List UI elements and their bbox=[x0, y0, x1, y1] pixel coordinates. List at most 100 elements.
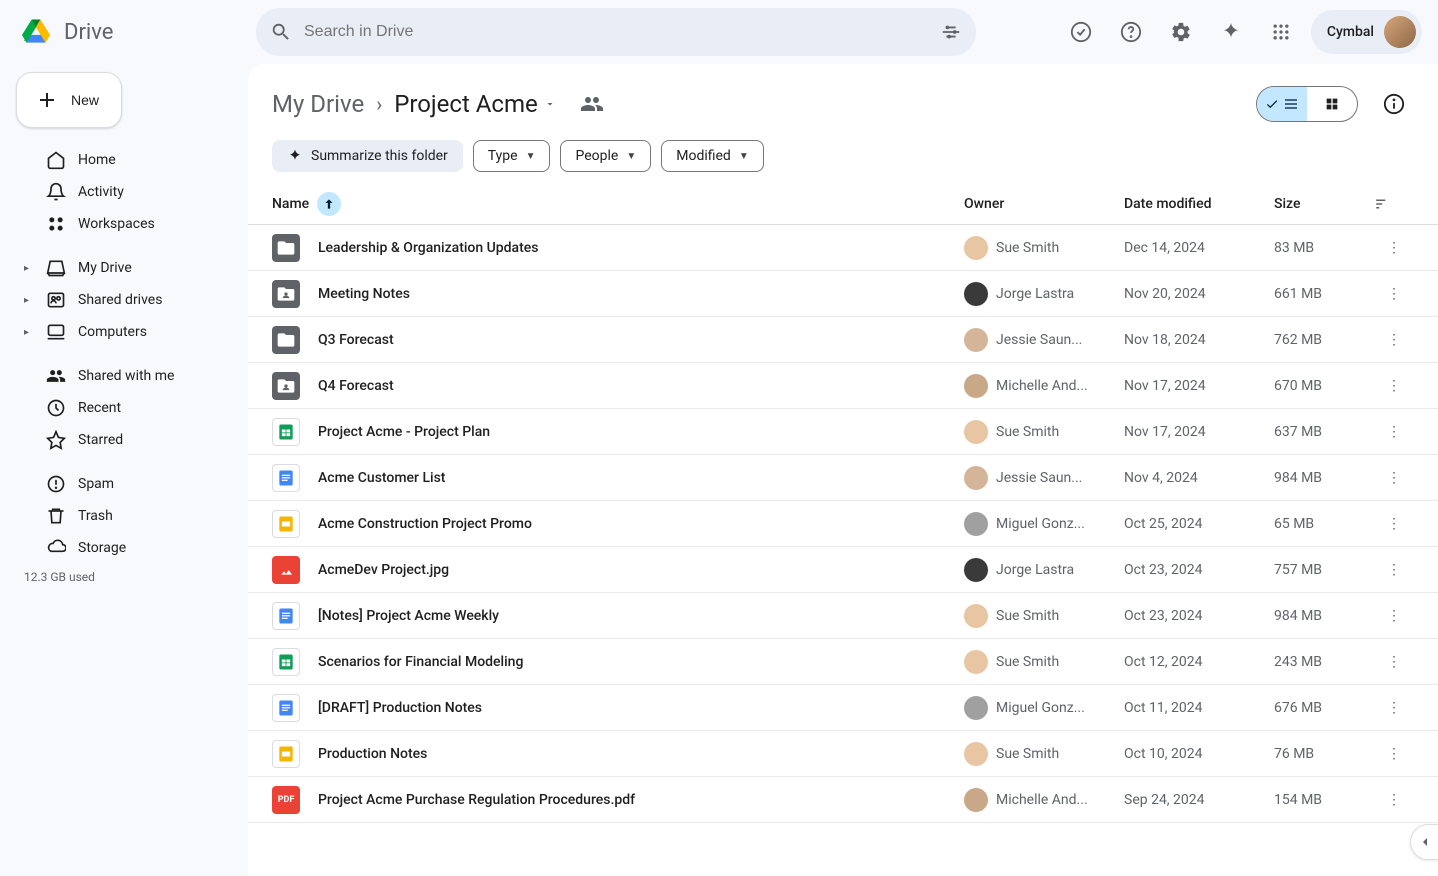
size-cell: 670 MB bbox=[1274, 378, 1374, 394]
sparkle-icon bbox=[287, 148, 303, 164]
sidebar-item-label: Shared drives bbox=[78, 292, 162, 308]
file-row[interactable]: PDFProject Acme Purchase Regulation Proc… bbox=[248, 777, 1438, 823]
sheets-icon bbox=[272, 418, 300, 446]
type-filter-chip[interactable]: Type▼ bbox=[473, 140, 551, 172]
apps-grid-icon[interactable] bbox=[1261, 12, 1301, 52]
sidebar-item-my-drive[interactable]: ▸My Drive bbox=[16, 252, 232, 284]
sidebar-item-starred[interactable]: Starred bbox=[16, 424, 232, 456]
owner-avatar bbox=[964, 512, 988, 536]
owner-avatar bbox=[964, 650, 988, 674]
size-cell: 65 MB bbox=[1274, 516, 1374, 532]
date-cell: Nov 18, 2024 bbox=[1124, 332, 1274, 348]
file-row[interactable]: Acme Construction Project PromoMiguel Go… bbox=[248, 501, 1438, 547]
size-cell: 76 MB bbox=[1274, 746, 1374, 762]
file-row[interactable]: Leadership & Organization UpdatesSue Smi… bbox=[248, 225, 1438, 271]
file-row[interactable]: Production NotesSue SmithOct 10, 202476 … bbox=[248, 731, 1438, 777]
file-row[interactable]: Project Acme - Project PlanSue SmithNov … bbox=[248, 409, 1438, 455]
column-date[interactable]: Date modified bbox=[1124, 196, 1274, 212]
file-name: [Notes] Project Acme Weekly bbox=[318, 608, 964, 624]
file-row[interactable]: [Notes] Project Acme WeeklySue SmithOct … bbox=[248, 593, 1438, 639]
sidebar-item-recent[interactable]: Recent bbox=[16, 392, 232, 424]
file-row[interactable]: Scenarios for Financial ModelingSue Smit… bbox=[248, 639, 1438, 685]
org-account-chip[interactable]: Cymbal bbox=[1311, 10, 1422, 54]
gemini-icon[interactable] bbox=[1211, 12, 1251, 52]
row-more-icon[interactable]: ⋮ bbox=[1374, 654, 1414, 670]
grid-view-button[interactable] bbox=[1307, 87, 1357, 121]
sidebar-item-shared-drives[interactable]: ▸ Shared drives bbox=[16, 284, 232, 316]
column-owner[interactable]: Owner bbox=[964, 196, 1124, 212]
owner-name: Sue Smith bbox=[996, 240, 1059, 256]
search-options-icon[interactable] bbox=[940, 21, 962, 43]
row-more-icon[interactable]: ⋮ bbox=[1374, 470, 1414, 486]
owner-name: Miguel Gonz... bbox=[996, 516, 1085, 532]
mydrive-icon bbox=[46, 258, 66, 278]
column-options[interactable] bbox=[1374, 195, 1414, 213]
new-button[interactable]: New bbox=[16, 72, 122, 128]
file-row[interactable]: Acme Customer ListJessie Saun...Nov 4, 2… bbox=[248, 455, 1438, 501]
owner-cell: Jessie Saun... bbox=[964, 466, 1124, 490]
org-label: Cymbal bbox=[1327, 24, 1374, 40]
file-name: AcmeDev Project.jpg bbox=[318, 562, 964, 578]
search-box[interactable] bbox=[256, 8, 976, 56]
row-more-icon[interactable]: ⋮ bbox=[1374, 378, 1414, 394]
row-more-icon[interactable]: ⋮ bbox=[1374, 240, 1414, 256]
summarize-chip[interactable]: Summarize this folder bbox=[272, 140, 463, 172]
chevron-right-icon: ▸ bbox=[24, 295, 34, 306]
file-row[interactable]: Q4 ForecastMichelle And...Nov 17, 202467… bbox=[248, 363, 1438, 409]
sidebar-item-label: Starred bbox=[78, 432, 123, 448]
logo-section[interactable]: Drive bbox=[16, 12, 248, 52]
list-view-button[interactable] bbox=[1257, 87, 1307, 121]
sort-asc-icon bbox=[317, 192, 341, 216]
date-cell: Nov 17, 2024 bbox=[1124, 424, 1274, 440]
size-cell: 984 MB bbox=[1274, 470, 1374, 486]
file-row[interactable]: Meeting NotesJorge LastraNov 20, 2024661… bbox=[248, 271, 1438, 317]
column-name[interactable]: Name bbox=[272, 192, 964, 216]
sidebar-item-workspaces[interactable]: Workspaces bbox=[16, 208, 232, 240]
side-panel-toggle[interactable] bbox=[1410, 824, 1438, 860]
offline-ready-icon[interactable] bbox=[1061, 12, 1101, 52]
breadcrumb-current[interactable]: Project Acme bbox=[394, 90, 556, 118]
file-row[interactable]: [DRAFT] Production NotesMiguel Gonz...Oc… bbox=[248, 685, 1438, 731]
owner-cell: Michelle And... bbox=[964, 788, 1124, 812]
date-cell: Oct 11, 2024 bbox=[1124, 700, 1274, 716]
date-cell: Oct 23, 2024 bbox=[1124, 608, 1274, 624]
file-row[interactable]: Q3 ForecastJessie Saun...Nov 18, 2024762… bbox=[248, 317, 1438, 363]
modified-filter-chip[interactable]: Modified▼ bbox=[661, 140, 764, 172]
settings-icon[interactable] bbox=[1161, 12, 1201, 52]
row-more-icon[interactable]: ⋮ bbox=[1374, 746, 1414, 762]
date-cell: Oct 12, 2024 bbox=[1124, 654, 1274, 670]
details-info-icon[interactable] bbox=[1374, 84, 1414, 124]
sidebar-item-storage[interactable]: Storage bbox=[16, 532, 232, 564]
shared-folder-icon bbox=[272, 280, 300, 308]
file-name: Q3 Forecast bbox=[318, 332, 964, 348]
sidebar-item-shared-with-me[interactable]: Shared with me bbox=[16, 360, 232, 392]
people-filter-chip[interactable]: People▼ bbox=[560, 140, 651, 172]
size-cell: 762 MB bbox=[1274, 332, 1374, 348]
row-more-icon[interactable]: ⋮ bbox=[1374, 332, 1414, 348]
manage-access-icon[interactable] bbox=[580, 92, 604, 116]
owner-cell: Sue Smith bbox=[964, 420, 1124, 444]
file-row[interactable]: AcmeDev Project.jpgJorge LastraOct 23, 2… bbox=[248, 547, 1438, 593]
breadcrumb-root[interactable]: My Drive bbox=[272, 90, 364, 118]
row-more-icon[interactable]: ⋮ bbox=[1374, 700, 1414, 716]
caret-down-icon: ▼ bbox=[526, 151, 536, 162]
file-name: Q4 Forecast bbox=[318, 378, 964, 394]
sidebar-item-trash[interactable]: Trash bbox=[16, 500, 232, 532]
row-more-icon[interactable]: ⋮ bbox=[1374, 608, 1414, 624]
owner-cell: Miguel Gonz... bbox=[964, 512, 1124, 536]
row-more-icon[interactable]: ⋮ bbox=[1374, 286, 1414, 302]
header-actions: Cymbal bbox=[1061, 10, 1422, 54]
drive-logo-icon bbox=[16, 12, 56, 52]
row-more-icon[interactable]: ⋮ bbox=[1374, 424, 1414, 440]
row-more-icon[interactable]: ⋮ bbox=[1374, 792, 1414, 808]
search-input[interactable] bbox=[304, 23, 928, 41]
help-icon[interactable] bbox=[1111, 12, 1151, 52]
sidebar-item-computers[interactable]: ▸Computers bbox=[16, 316, 232, 348]
row-more-icon[interactable]: ⋮ bbox=[1374, 562, 1414, 578]
row-more-icon[interactable]: ⋮ bbox=[1374, 516, 1414, 532]
sidebar-item-home[interactable]: Home bbox=[16, 144, 232, 176]
sidebar-item-spam[interactable]: Spam bbox=[16, 468, 232, 500]
sidebar-item-activity[interactable]: Activity bbox=[16, 176, 232, 208]
date-cell: Oct 10, 2024 bbox=[1124, 746, 1274, 762]
column-size[interactable]: Size bbox=[1274, 196, 1374, 212]
